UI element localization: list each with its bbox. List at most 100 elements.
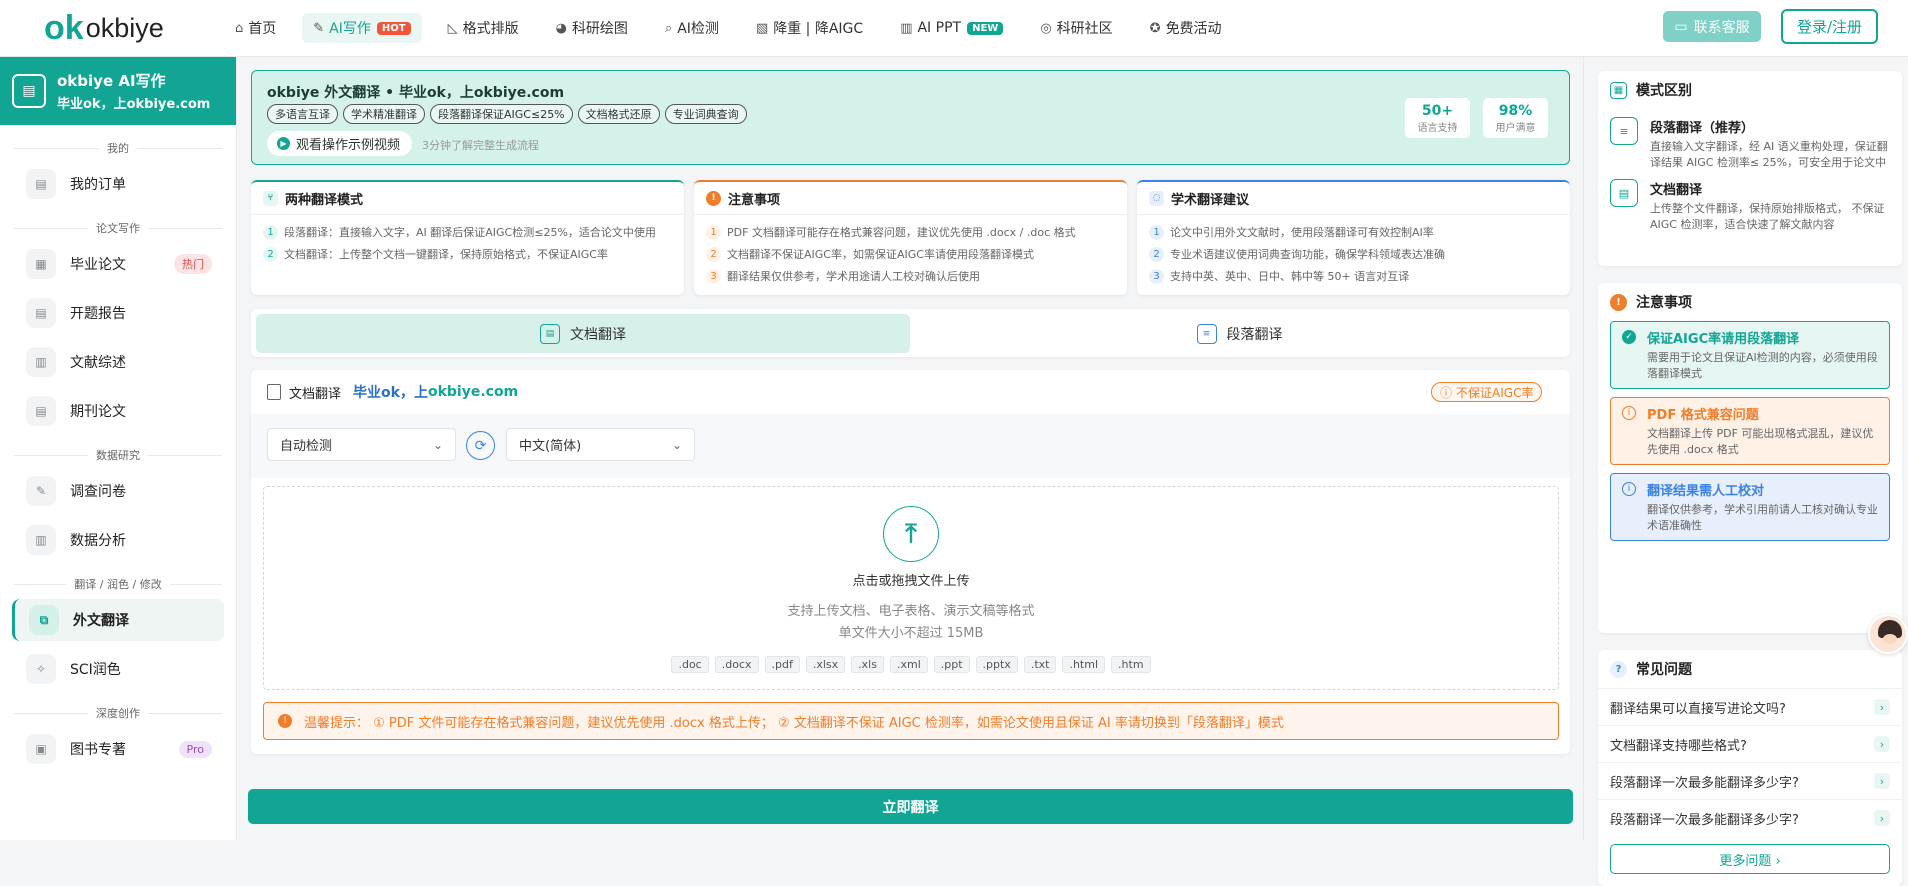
panel-brand-a: 毕业ok，上 — [353, 385, 428, 401]
sidebar-item-label: 开题报告 — [70, 306, 126, 322]
card-row: 2 专业术语建议使用词典查询功能，确保学科领域表达准确 — [1137, 243, 1570, 265]
proposal-icon: ▤ — [26, 298, 56, 328]
nav-drawing[interactable]: ◕ 科研绘图 — [545, 13, 639, 43]
assistant-avatar[interactable] — [1868, 614, 1908, 654]
sidebar-item-analysis[interactable]: ▥ 数据分析 — [12, 519, 224, 561]
card-title: 模式区别 — [1636, 83, 1692, 99]
review-icon: ▥ — [26, 347, 56, 377]
nav-ai-writing[interactable]: ✎ AI写作 HOT — [302, 13, 422, 43]
sidebar-item-book[interactable]: ▣ 图书专著 Pro — [12, 728, 224, 770]
mode-paragraph: ≡ 段落翻译（推荐） 直接输入文字翻译，经 AI 语义重构处理，保证翻译结果 AIG… — [1598, 117, 1902, 171]
sidebar-item-survey[interactable]: ✎ 调查问卷 — [12, 470, 224, 512]
stat-satisfaction: 98% 用户满意 — [1483, 98, 1548, 138]
extension-tag: .htm — [1111, 656, 1151, 673]
sidebar-item-translate[interactable]: ⧉ 外文翻译 — [12, 599, 224, 641]
warm-tip-banner: ! 温馨提示： ① PDF 文件可能存在格式兼容问题，建议优先使用 .docx 格… — [263, 702, 1559, 740]
panel-brand-b: okbiye.com — [427, 384, 519, 400]
section-paper: 论文写作 — [14, 219, 222, 237]
contact-label: 联系客服 — [1693, 19, 1750, 36]
card-title: 两种翻译模式 — [285, 192, 364, 208]
file-upload-dropzone[interactable]: ⤒ 点击或拖拽文件上传 支持上传文档、电子表格、演示文稿等格式 单文件大小不超过… — [263, 486, 1559, 690]
card-title: 注意事项 — [728, 192, 781, 208]
nav-label: 科研绘图 — [571, 21, 628, 37]
sidebar-item-orders[interactable]: ▤ 我的订单 — [12, 163, 224, 205]
swap-icon: ⟳ — [474, 437, 487, 454]
chevron-right-icon: › — [1874, 699, 1890, 715]
sidebar-item-review[interactable]: ▥ 文献综述 — [12, 341, 224, 383]
card-notes: ! 注意事项 1 PDF 文档翻译可能存在格式兼容问题，建议优先使用 .docx /… — [694, 180, 1127, 295]
chevron-right-icon: › — [1874, 773, 1890, 789]
document-translate-panel: 文档翻译 毕业ok，上 okbiye.com ⓘ 不保证AIGC率 自动检测 ⌄ ⟳ … — [251, 370, 1570, 754]
faq-item[interactable]: 段落翻译一次最多能翻译多少字? › — [1598, 762, 1902, 799]
card-row: 1 段落翻译：直接输入文字，AI 翻译后保证AIGC检测≤25%，适合论文中使用 — [251, 221, 684, 243]
contact-service-button[interactable]: ▭ 联系客服 — [1663, 11, 1761, 42]
mode-document: ▤ 文档翻译 上传整个文件翻译，保持原始排版格式， 不保证 AIGC 检测率，适合快… — [1598, 179, 1902, 233]
bar-chart-icon: ▥ — [900, 20, 913, 36]
question-icon: ? — [1610, 660, 1627, 678]
nav-home[interactable]: ⌂ 首页 — [224, 13, 287, 43]
pro-badge: Pro — [178, 740, 212, 758]
home-icon: ⌂ — [235, 20, 244, 36]
paragraph-icon: ≡ — [1196, 323, 1217, 344]
translate-now-button[interactable]: 立即翻译 — [248, 789, 1573, 824]
magnifier-icon: ⌕ — [664, 20, 673, 36]
source-language-select[interactable]: 自动检测 ⌄ — [267, 428, 456, 461]
tab-paragraph-translate[interactable]: ≡ 段落翻译 — [914, 314, 1565, 353]
nav-ai-ppt[interactable]: ▥ AI PPT NEW — [889, 13, 1014, 43]
faq-item[interactable]: 段落翻译一次最多能翻译多少字? › — [1598, 799, 1902, 836]
card-row: 1 PDF 文档翻译可能存在格式兼容问题，建议优先使用 .docx / .doc … — [694, 221, 1127, 243]
card-academic-tips: ◌ 学术翻译建议 1 论文中引用外文文献时，使用段落翻译可有效控制AI率 2 专业术语… — [1137, 180, 1570, 295]
nav-ai-detect[interactable]: ⌕ AI检测 — [654, 13, 730, 43]
sidebar-item-journal[interactable]: ▤ 期刊论文 — [12, 390, 224, 432]
video-label: 观看操作示例视频 — [296, 138, 401, 153]
extension-tag: .pptx — [975, 656, 1018, 673]
nav-free[interactable]: ✪ 免费活动 — [1139, 13, 1233, 43]
alert-icon: ! — [278, 714, 292, 728]
info-icon: ⓘ — [1440, 385, 1453, 400]
nav-community[interactable]: ◎ 科研社区 — [1029, 13, 1123, 43]
nav-label: 降重 | 降AIGC — [773, 21, 864, 37]
card-row: 3 支持中英、英中、日中、韩中等 50+ 语言对互译 — [1137, 265, 1570, 287]
globe-icon: ◎ — [1040, 20, 1052, 36]
sidebar-item-label: 图书专著 — [70, 742, 126, 758]
book-icon: ▣ — [26, 734, 56, 764]
section-mine: 我的 — [14, 139, 222, 157]
nav-reduce[interactable]: ▧ 降重 | 降AIGC — [745, 13, 874, 43]
sidebar-item-thesis[interactable]: ▦ 毕业论文 热门 — [12, 243, 224, 285]
notes-card: ! 注意事项 ✓ 保证AIGC率请用段落翻译 需要用于论文且保证AI检测的内容，必须使… — [1598, 283, 1902, 633]
note-proofread: i 翻译结果需人工校对 翻译仅供参考，学术引用前请人工核对确认专业术语准确性 — [1610, 473, 1890, 541]
medal-icon: ✪ — [1149, 20, 1161, 36]
card-title: 注意事项 — [1636, 295, 1692, 311]
branch-icon: ⑂ — [263, 190, 278, 206]
sidebar: ▤ okbiye AI写作 毕业ok，上okbiye.com 我的 ▤ 我的订单 … — [0, 57, 237, 840]
section-translate: 翻译 / 润色 / 修改 — [14, 575, 222, 593]
nav-format[interactable]: ◺ 格式排版 — [437, 13, 530, 43]
document-icon: ▤ — [1610, 179, 1638, 207]
more-questions-button[interactable]: 更多问题 › — [1610, 844, 1890, 874]
logo[interactable]: ok okbiye — [44, 9, 224, 48]
nav-label: 免费活动 — [1165, 21, 1222, 37]
feature-pill: 多语言互译 — [267, 104, 338, 124]
check-icon: ✓ — [1622, 330, 1636, 344]
faq-card: ? 常见问题 翻译结果可以直接写进论文吗? › 文档翻译支持哪些格式? › 段落翻译一… — [1598, 650, 1902, 886]
paragraph-icon: ≡ — [1610, 117, 1638, 145]
new-tag: NEW — [967, 21, 1004, 35]
tab-document-translate[interactable]: ▤ 文档翻译 — [256, 314, 910, 353]
swap-languages-button[interactable]: ⟳ — [466, 431, 495, 460]
video-hint: 3分钟了解完整生成流程 — [422, 139, 539, 152]
faq-item[interactable]: 翻译结果可以直接写进论文吗? › — [1598, 688, 1902, 725]
ruler-icon: ◺ — [447, 20, 458, 36]
palette-icon: ◕ — [555, 20, 567, 36]
thesis-icon: ▦ — [26, 249, 56, 279]
orders-icon: ▤ — [26, 169, 56, 199]
login-button[interactable]: 登录/注册 — [1781, 9, 1878, 44]
book-icon: ▤ — [12, 74, 46, 108]
target-language-select[interactable]: 中文(简体) ⌄ — [506, 428, 695, 461]
sidebar-item-proposal[interactable]: ▤ 开题报告 — [12, 292, 224, 334]
panel-header: 文档翻译 毕业ok，上 okbiye.com — [251, 370, 1570, 414]
sidebar-item-sci[interactable]: ✧ SCI润色 — [12, 648, 224, 690]
watch-video-button[interactable]: ▶ 观看操作示例视频 — [267, 131, 413, 156]
supported-extensions: .doc .docx .pdf .xlsx .xls .xml .ppt .pp… — [264, 656, 1558, 673]
faq-item[interactable]: 文档翻译支持哪些格式? › — [1598, 725, 1902, 762]
sidebar-item-label: 我的订单 — [70, 177, 126, 193]
